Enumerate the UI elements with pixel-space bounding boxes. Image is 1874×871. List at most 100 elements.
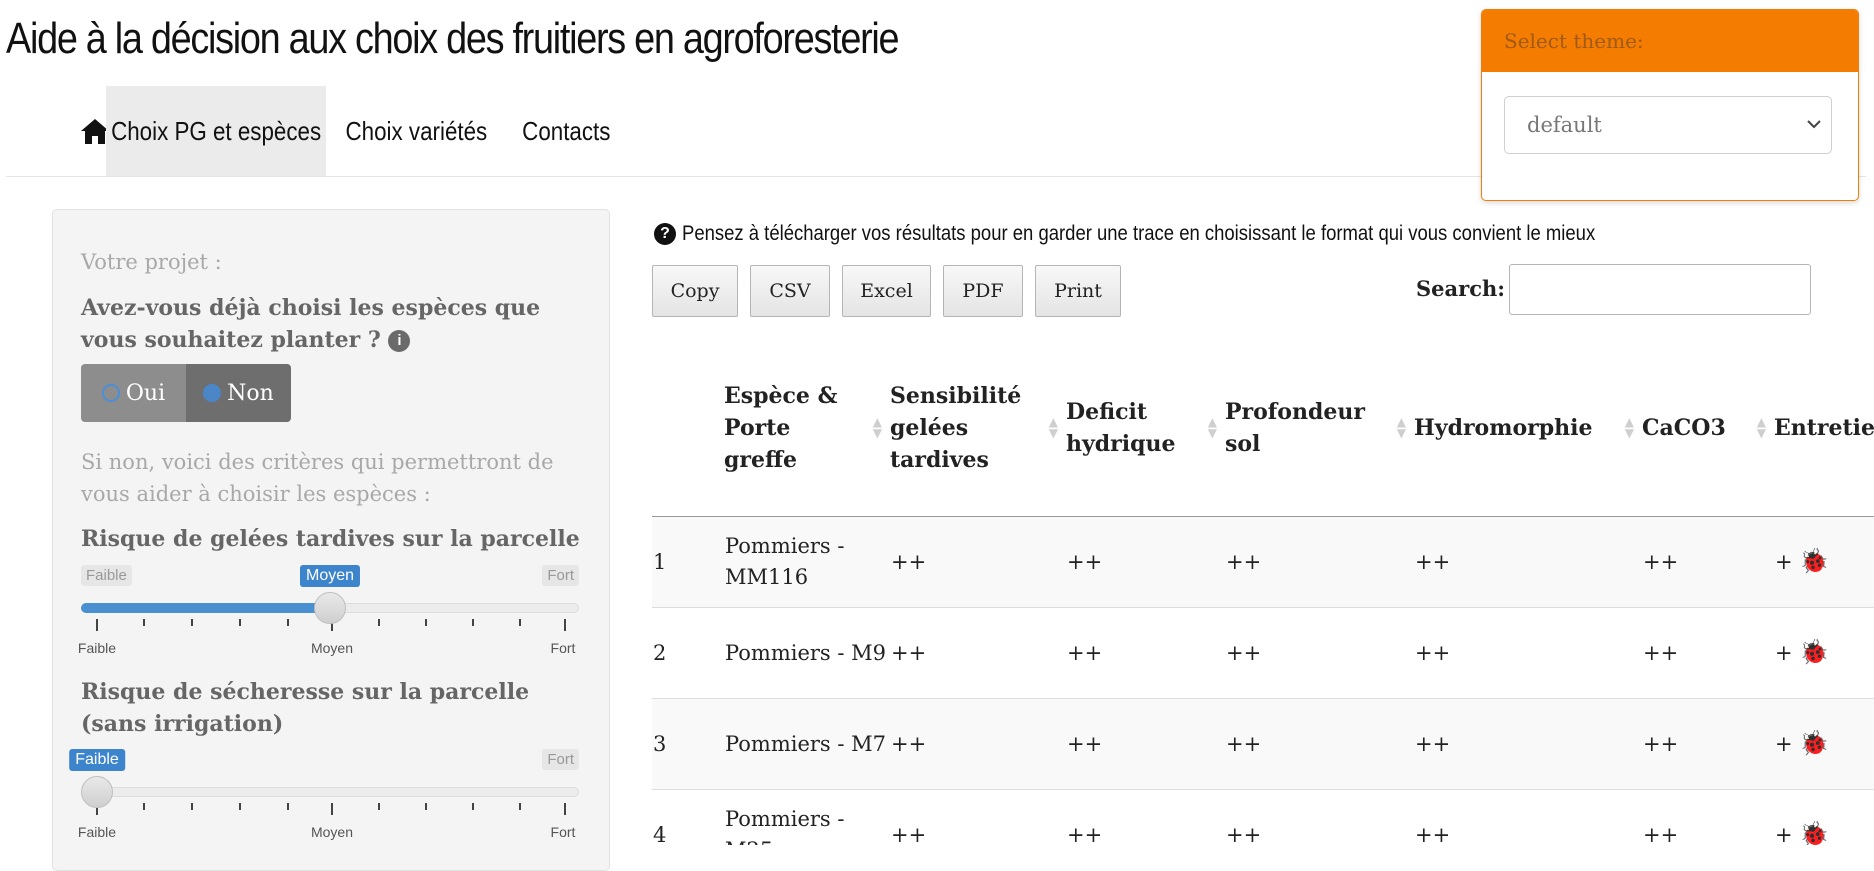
table-cell: ++ <box>1642 789 1774 845</box>
table-cell: ++ <box>1414 789 1642 845</box>
slider-value-label: Moyen <box>299 565 361 587</box>
slider-tick <box>287 619 289 626</box>
slider-gel[interactable]: Faible Fort Moyen Faible Moyen Fort <box>77 565 579 675</box>
radio-oui-label: Oui <box>125 380 166 406</box>
nav-tab-choix-pg[interactable]: Choix PG et espèces <box>106 86 326 176</box>
bug-icon: 🐞 <box>1799 547 1830 575</box>
col-header-hydromorphie[interactable]: Hydromorphie ▲ ▼ <box>1414 340 1642 517</box>
table-cell: ++ <box>890 607 1066 699</box>
slider-secheresse-label: Risque de sécheresse sur la parcelle (sa… <box>81 679 530 737</box>
theme-selected-value: default <box>1527 113 1602 137</box>
entretien-value: + <box>1775 732 1793 756</box>
slider-secheresse[interactable]: Faible Fort Faible Moyen Fort <box>69 749 579 859</box>
col-header-label: Sensibilité gelées tardives <box>890 383 1022 473</box>
table-cell: ++ <box>1642 516 1774 608</box>
results-table-container[interactable]: Espèce & Porte greffe ▲ ▼ Sensibilité gel… <box>652 340 1874 845</box>
table-cell-espece: Pommiers - M9 <box>724 607 890 699</box>
radio-unchecked-icon <box>101 384 120 402</box>
nav-tab-contacts[interactable]: Contacts <box>506 86 626 176</box>
csv-button[interactable]: CSV <box>750 265 830 317</box>
table-cell: ++ <box>1225 789 1414 845</box>
slider-tick <box>425 803 427 810</box>
table-row[interactable]: 2 Pommiers - M9 ++ ++ ++ ++ ++ + 🐞 <box>652 607 1874 699</box>
table-cell-index: 3 <box>652 698 724 790</box>
table-cell: ++ <box>890 698 1066 790</box>
download-hint: ? Pensez à télécharger vos résultats pou… <box>654 222 1720 246</box>
table-row[interactable]: 1 Pommiers - MM116 ++ ++ ++ ++ ++ + 🐞 <box>652 516 1874 608</box>
slider-tick <box>239 803 241 810</box>
table-row[interactable]: 3 Pommiers - M7 ++ ++ ++ ++ ++ + 🐞 <box>652 698 1874 790</box>
copy-button[interactable]: Copy <box>652 265 738 317</box>
info-icon[interactable]: i <box>388 330 411 352</box>
pdf-button[interactable]: PDF <box>943 265 1023 317</box>
table-cell-espece: Pommiers - MM116 <box>724 516 890 608</box>
table-cell: ++ <box>1414 607 1642 699</box>
col-header-label: Deficit hydrique <box>1066 399 1176 457</box>
bug-icon: 🐞 <box>1799 729 1830 757</box>
col-header-entretien[interactable]: Entretien <box>1774 340 1874 517</box>
excel-button[interactable]: Excel <box>842 265 931 317</box>
table-cell: ++ <box>1066 789 1225 845</box>
radio-non[interactable]: Non <box>186 364 291 422</box>
slider-tick <box>96 619 98 631</box>
bug-icon: 🐞 <box>1799 820 1830 845</box>
species-radio-group: Oui Non <box>81 364 291 422</box>
nav-tab-choix-varietes[interactable]: Choix variétés <box>326 86 506 176</box>
slider-handle[interactable] <box>81 776 113 808</box>
col-header-label: CaCO3 <box>1642 415 1726 441</box>
col-header-profondeur[interactable]: Profondeur sol ▲ ▼ <box>1225 340 1414 517</box>
table-cell-espece: Pommiers - M7 <box>724 698 890 790</box>
search-input[interactable] <box>1509 264 1811 315</box>
app-title: Aide à la décision aux choix des fruitie… <box>6 14 900 63</box>
col-header-deficit[interactable]: Deficit hydrique ▲ ▼ <box>1066 340 1225 517</box>
bug-icon: 🐞 <box>1799 638 1830 666</box>
print-button[interactable]: Print <box>1035 265 1121 317</box>
theme-select[interactable]: default <box>1504 96 1832 154</box>
col-header-index <box>652 340 724 517</box>
slider-tick <box>191 803 193 810</box>
slider-tick <box>239 619 241 626</box>
theme-header: Select theme: <box>1482 10 1858 72</box>
col-header-sensibilite[interactable]: Sensibilité gelées tardives ▲ ▼ <box>890 340 1066 517</box>
col-header-espece[interactable]: Espèce & Porte greffe ▲ ▼ <box>724 340 890 517</box>
slider-tick <box>191 619 193 626</box>
table-cell: ++ <box>1066 698 1225 790</box>
table-cell-entretien: + 🐞 <box>1774 698 1874 790</box>
table-cell: ++ <box>890 516 1066 608</box>
species-question: Avez-vous déjà choisi les espèces que vo… <box>81 292 581 356</box>
question-circle-icon: ? <box>654 223 676 245</box>
slider-tick-label: Faible <box>77 640 117 656</box>
slider-tick <box>519 619 521 626</box>
species-question-text: Avez-vous déjà choisi les espèces que vo… <box>81 295 541 353</box>
radio-checked-icon <box>203 384 222 402</box>
slider-tick <box>287 803 289 810</box>
entretien-value: + <box>1775 641 1793 665</box>
slider-gel-label: Risque de gelées tardives sur la parcell… <box>81 526 580 552</box>
table-cell-entretien: + 🐞 <box>1774 789 1874 845</box>
col-header-label: Profondeur sol <box>1225 399 1365 457</box>
slider-tick <box>519 803 521 810</box>
slider-track[interactable] <box>81 787 579 797</box>
radio-oui[interactable]: Oui <box>81 364 186 422</box>
table-row[interactable]: 4 Pommiers - M25 ++ ++ ++ ++ ++ + 🐞 <box>652 789 1874 845</box>
theme-selector-panel: Select theme: default <box>1481 9 1859 201</box>
table-cell: ++ <box>890 789 1066 845</box>
col-header-caco3[interactable]: CaCO3 ▲ ▼ <box>1642 340 1774 517</box>
table-cell: ++ <box>1066 607 1225 699</box>
col-header-label: Entretien <box>1774 415 1874 441</box>
slider-tick <box>564 619 566 631</box>
table-cell: ++ <box>1642 698 1774 790</box>
entretien-value: + <box>1775 550 1793 574</box>
slider-handle[interactable] <box>314 592 346 624</box>
slider-tick <box>378 803 380 810</box>
slider-tick <box>143 803 145 810</box>
slider-max-label: Fort <box>542 565 579 586</box>
table-cell: ++ <box>1066 516 1225 608</box>
table-header-row: Espèce & Porte greffe ▲ ▼ Sensibilité gel… <box>652 340 1874 517</box>
slider-tick <box>331 803 333 815</box>
slider-value-label: Faible <box>69 749 125 771</box>
criteria-intro: Si non, voici des critères qui permettro… <box>81 450 554 506</box>
table-cell-index: 2 <box>652 607 724 699</box>
download-hint-text: Pensez à télécharger vos résultats pour … <box>682 222 1596 245</box>
table-cell-entretien: + 🐞 <box>1774 607 1874 699</box>
